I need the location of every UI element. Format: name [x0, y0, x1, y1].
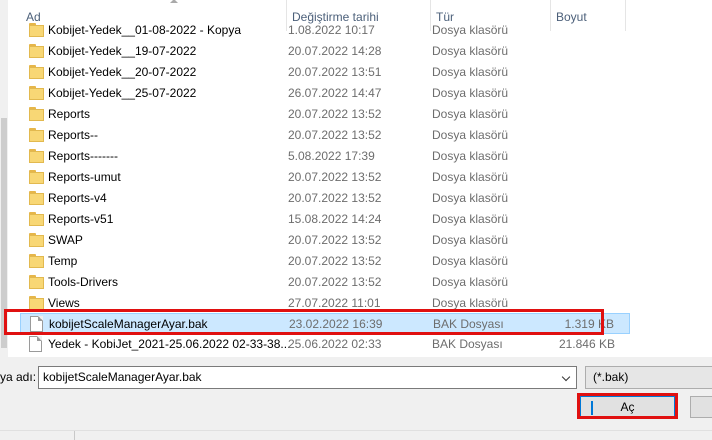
- file-type: Dosya klasörü: [432, 128, 509, 142]
- navigation-scrollbar[interactable]: [0, 0, 8, 357]
- file-name: Kobijet-Yedek__20-07-2022: [48, 65, 197, 79]
- file-list-row[interactable]: Tools-Drivers 20.07.2022 13:52 Dosya klasö…: [20, 272, 630, 293]
- file-list-row[interactable]: Reports-- 20.07.2022 13:52 Dosya klasörü: [20, 125, 630, 146]
- file-type: Dosya klasörü: [432, 170, 509, 184]
- file-list-row[interactable]: Kobijet-Yedek__25-07-2022 26.07.2022 14:4…: [20, 83, 630, 104]
- folder-icon: [29, 233, 45, 247]
- file-list-row[interactable]: Reports-umut 20.07.2022 13:52 Dosya klasör…: [20, 167, 630, 188]
- file-name: Views: [48, 296, 80, 310]
- folder-icon: [29, 191, 45, 205]
- file-type: Dosya klasörü: [432, 86, 509, 100]
- file-type: Dosya klasörü: [432, 191, 509, 205]
- file-name: Temp: [48, 254, 78, 268]
- file-name: Kobijet-Yedek__19-07-2022: [48, 44, 197, 58]
- file-type: Dosya klasörü: [432, 107, 509, 121]
- file-type: Dosya klasörü: [432, 44, 509, 58]
- navigation-scrollbar-thumb[interactable]: [1, 118, 7, 348]
- file-date: 27.07.2022 11:01: [288, 296, 381, 310]
- sort-up-icon: [170, 0, 178, 3]
- file-name: Kobijet-Yedek__01-08-2022 - Kopya: [48, 23, 242, 37]
- file-icon: [30, 316, 43, 332]
- status-bar: [0, 430, 712, 440]
- folder-icon: [29, 296, 45, 310]
- folder-icon: [29, 23, 45, 37]
- file-date: 20.07.2022 13:52: [288, 107, 382, 121]
- file-type: Dosya klasörü: [432, 254, 509, 268]
- file-icon: [29, 336, 42, 352]
- file-list-row[interactable]: Kobijet-Yedek__20-07-2022 20.07.2022 13:5…: [20, 62, 630, 83]
- file-list-row[interactable]: Kobijet-Yedek__19-07-2022 20.07.2022 14:2…: [20, 41, 630, 62]
- file-name: SWAP: [48, 233, 83, 247]
- folder-icon: [29, 65, 45, 79]
- file-size: 1.319 KB: [564, 317, 614, 331]
- file-type: BAK Dosyası: [432, 337, 503, 351]
- folder-icon: [29, 212, 45, 226]
- file-type: Dosya klasörü: [432, 275, 509, 289]
- file-name: Reports-v51: [48, 212, 114, 226]
- file-type: Dosya klasörü: [432, 149, 509, 163]
- file-date: 20.07.2022 13:52: [288, 254, 382, 268]
- file-date: 26.07.2022 14:47: [288, 86, 382, 100]
- file-date: 20.07.2022 13:52: [288, 191, 382, 205]
- file-name: Reports-------: [48, 149, 118, 163]
- file-type: BAK Dosyası: [433, 317, 504, 331]
- filename-label: ya adı:: [0, 370, 37, 384]
- file-date: 1.08.2022 10:17: [288, 23, 375, 37]
- file-type: Dosya klasörü: [432, 65, 509, 79]
- file-list-pane: Ad Değiştirme tarihi Tür Boyut Kobijet-Y…: [8, 0, 712, 357]
- folder-icon: [29, 44, 45, 58]
- file-type-filter-value: (*.bak): [593, 370, 629, 384]
- file-list-row[interactable]: Views 27.07.2022 11:01 Dosya klasörü: [20, 293, 630, 314]
- file-list-row[interactable]: kobijetScaleManagerAyar.bak 23.02.2022 16…: [20, 313, 630, 334]
- file-name: Reports--: [48, 128, 99, 142]
- file-date: 20.07.2022 13:52: [288, 128, 382, 142]
- file-size: 21.846 KB: [558, 337, 615, 351]
- file-name: kobijetScaleManagerAyar.bak: [49, 317, 208, 331]
- open-button-label: Aç: [620, 400, 635, 414]
- folder-icon: [29, 149, 45, 163]
- status-bar-divider: [74, 431, 75, 440]
- chevron-down-icon: [561, 372, 571, 382]
- file-type: Dosya klasörü: [432, 212, 509, 226]
- file-type: Dosya klasörü: [432, 23, 509, 37]
- file-list-row[interactable]: Reports-v4 20.07.2022 13:52 Dosya klasörü: [20, 188, 630, 209]
- file-list-row[interactable]: Kobijet-Yedek__01-08-2022 - Kopya 1.08.20…: [20, 20, 630, 41]
- file-type: Dosya klasörü: [432, 296, 509, 310]
- file-date: 15.08.2022 14:24: [288, 212, 382, 226]
- file-date: 20.07.2022 13:52: [288, 275, 382, 289]
- file-name: Reports-v4: [48, 191, 107, 205]
- filename-input-value[interactable]: kobijetScaleManagerAyar.bak: [43, 367, 202, 388]
- file-date: 20.07.2022 13:52: [288, 233, 382, 247]
- folder-icon: [29, 170, 45, 184]
- open-button[interactable]: Aç: [580, 396, 675, 418]
- cancel-button[interactable]: [690, 396, 712, 418]
- file-name: Reports: [48, 107, 91, 121]
- filename-input[interactable]: kobijetScaleManagerAyar.bak: [38, 366, 577, 389]
- filename-dropdown-button[interactable]: [558, 367, 576, 388]
- file-date: 20.07.2022 13:52: [288, 170, 382, 184]
- file-name: Yedek - KobiJet_2021-25.06.2022 02-33-38…: [48, 337, 291, 351]
- file-type: Dosya klasörü: [432, 233, 509, 247]
- file-list-row[interactable]: SWAP 20.07.2022 13:52 Dosya klasörü: [20, 230, 630, 251]
- file-name: Reports-umut: [48, 170, 121, 184]
- folder-icon: [29, 107, 45, 121]
- focus-caret: [591, 401, 593, 415]
- folder-icon: [29, 275, 45, 289]
- file-name: Tools-Drivers: [48, 275, 119, 289]
- folder-icon: [29, 86, 45, 100]
- file-list-row[interactable]: Temp 20.07.2022 13:52 Dosya klasörü: [20, 251, 630, 272]
- file-date: 5.08.2022 17:39: [288, 149, 375, 163]
- file-date: 25.06.2022 02:33: [288, 337, 382, 351]
- file-list-row[interactable]: Yedek - KobiJet_2021-25.06.2022 02-33-38…: [20, 334, 630, 355]
- file-list-row[interactable]: Reports 20.07.2022 13:52 Dosya klasörü: [20, 104, 630, 125]
- file-date: 20.07.2022 14:28: [288, 44, 382, 58]
- file-date: 20.07.2022 13:51: [288, 65, 382, 79]
- file-list-row[interactable]: Reports------- 5.08.2022 17:39 Dosya klasö…: [20, 146, 630, 167]
- folder-icon: [29, 128, 45, 142]
- file-type-filter[interactable]: (*.bak): [585, 366, 712, 389]
- file-date: 23.02.2022 16:39: [289, 317, 383, 331]
- file-name: Kobijet-Yedek__25-07-2022: [48, 86, 197, 100]
- file-list-row[interactable]: Reports-v51 15.08.2022 14:24 Dosya klasörü: [20, 209, 630, 230]
- folder-icon: [29, 254, 45, 268]
